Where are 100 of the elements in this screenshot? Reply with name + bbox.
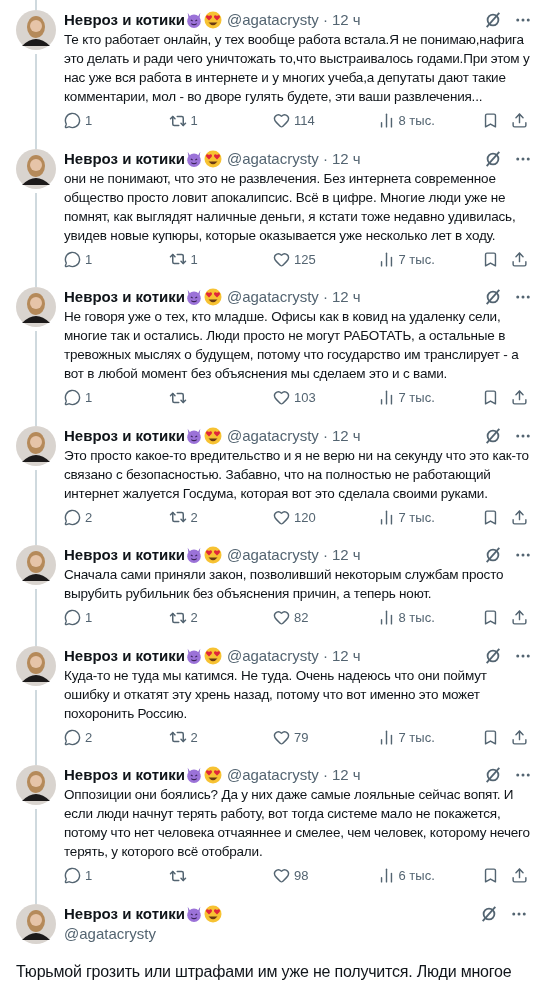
- share-icon[interactable]: [511, 728, 528, 746]
- like-count: 103: [294, 389, 316, 407]
- reply-count: 1: [85, 112, 93, 130]
- post-time[interactable]: 12 ч: [331, 645, 361, 666]
- heart-eyes-emoji-icon: [202, 545, 223, 565]
- bookmark-icon[interactable]: [482, 508, 499, 526]
- reply-icon[interactable]: [64, 867, 81, 885]
- post-time[interactable]: 12 ч: [331, 425, 361, 446]
- reply-count: 1: [85, 250, 93, 269]
- reply-icon[interactable]: [64, 728, 81, 746]
- share-icon[interactable]: [511, 250, 528, 268]
- separator-dot: ·: [322, 545, 328, 565]
- slashed-circle-icon[interactable]: [484, 149, 502, 168]
- author-name[interactable]: Невроз и котики: [64, 903, 185, 924]
- author-name[interactable]: Невроз и котики: [64, 425, 185, 446]
- avatar[interactable]: [16, 425, 56, 466]
- reply-count: 1: [85, 609, 93, 627]
- post-time[interactable]: 12 ч: [331, 765, 361, 785]
- bookmark-icon[interactable]: [482, 112, 499, 130]
- like-count: 125: [294, 250, 316, 269]
- slashed-circle-icon[interactable]: [484, 288, 502, 306]
- post-text: Оппозиции они боялись? Да у них даже самые лояльные сейчас вопят. И если люди начнут терять работу, вот тогда системе мало не покажется, потому что нет человека отчаяннее и смелее, чем человек, которому нечего терять, у которого всё отобрали.: [64, 786, 531, 861]
- author-handle[interactable]: @agatacrysty: [226, 425, 319, 446]
- author-name[interactable]: Невроз и котики: [64, 287, 185, 307]
- share-icon[interactable]: [511, 508, 528, 526]
- like-icon[interactable]: [273, 728, 290, 746]
- avatar[interactable]: [16, 645, 56, 686]
- post-text: Тюрьмой грозить или штрафами им уже не получится. Люди многое: [16, 961, 513, 982]
- author-handle[interactable]: @agatacrysty: [226, 10, 319, 30]
- view-count: 8 тыс.: [398, 112, 435, 130]
- bookmark-icon[interactable]: [482, 728, 499, 746]
- heart-eyes-emoji-icon: [202, 148, 223, 169]
- reply-icon[interactable]: [64, 508, 81, 526]
- like-count: 120: [294, 508, 316, 527]
- avatar[interactable]: [16, 10, 56, 50]
- like-count: 114: [294, 112, 315, 130]
- author-name[interactable]: Невроз и котики: [64, 148, 185, 169]
- author-handle[interactable]: @agatacrysty: [226, 645, 319, 666]
- reply-icon[interactable]: [64, 250, 81, 268]
- share-icon[interactable]: [511, 112, 528, 130]
- avatar[interactable]: [16, 545, 56, 585]
- post-time[interactable]: 12 ч: [331, 148, 361, 169]
- like-icon[interactable]: [273, 508, 290, 526]
- like-icon[interactable]: [273, 250, 290, 268]
- slashed-circle-icon[interactable]: [484, 646, 502, 665]
- reply-icon[interactable]: [64, 389, 81, 407]
- heart-eyes-emoji-icon: [202, 287, 223, 307]
- devil-emoji-icon: [184, 288, 203, 306]
- post-text: они не понимают, что это не развлечения. Без интернета современное общество просто ловит апокалипсис. Всё в цифре. Многие люди уже не помнят, как выглядят наличные деньги, я кстати тоже недавно удивилась, увидев новые купюры, которые оказывается уже несколько лет в ходу.: [64, 169, 517, 245]
- author-name[interactable]: Невроз и котики: [64, 765, 185, 785]
- share-icon[interactable]: [511, 389, 528, 407]
- bookmark-icon[interactable]: [482, 389, 499, 407]
- slashed-circle-icon[interactable]: [484, 546, 502, 564]
- like-icon[interactable]: [273, 112, 290, 130]
- author-handle[interactable]: @agatacrysty: [226, 287, 319, 307]
- heart-eyes-emoji-icon: [202, 10, 223, 30]
- heart-eyes-emoji-icon: [202, 425, 223, 446]
- view-count: 8 тыс.: [398, 609, 435, 627]
- author-handle[interactable]: @agatacrysty: [226, 765, 319, 785]
- avatar[interactable]: [16, 148, 56, 189]
- post-time[interactable]: 12 ч: [331, 287, 361, 307]
- bookmark-icon[interactable]: [482, 250, 499, 268]
- author-name[interactable]: Невроз и котики: [64, 10, 185, 30]
- author-name[interactable]: Невроз и котики: [64, 545, 185, 565]
- share-icon[interactable]: [511, 609, 528, 627]
- avatar[interactable]: [16, 287, 56, 327]
- repost-count: 2: [190, 508, 198, 527]
- post-time[interactable]: 12 ч: [331, 545, 361, 565]
- post-time[interactable]: 12 ч: [331, 10, 361, 30]
- author-handle[interactable]: @agatacrysty: [226, 545, 319, 565]
- like-count: 82: [294, 609, 309, 627]
- avatar[interactable]: [16, 765, 56, 805]
- heart-eyes-emoji-icon: [202, 765, 223, 785]
- reply-icon[interactable]: [64, 609, 81, 627]
- like-icon[interactable]: [273, 609, 290, 627]
- author-name[interactable]: Невроз и котики: [64, 645, 185, 666]
- bookmark-icon[interactable]: [482, 867, 499, 885]
- slashed-circle-icon[interactable]: [484, 766, 502, 784]
- heart-eyes-emoji-icon: [202, 903, 223, 924]
- view-count: 7 тыс.: [398, 508, 435, 527]
- bookmark-icon[interactable]: [482, 609, 499, 627]
- slashed-circle-icon[interactable]: [480, 904, 498, 923]
- author-handle[interactable]: @agatacrysty: [226, 148, 319, 169]
- author-handle[interactable]: @agatacrysty: [64, 923, 156, 944]
- view-count: 7 тыс.: [398, 389, 435, 407]
- reply-count: 2: [85, 508, 93, 527]
- like-icon[interactable]: [273, 867, 290, 885]
- view-count: 7 тыс.: [398, 250, 435, 269]
- separator-dot: ·: [322, 10, 328, 30]
- slashed-circle-icon[interactable]: [484, 426, 502, 445]
- devil-emoji-icon: [184, 11, 203, 29]
- repost-count: 2: [190, 609, 198, 627]
- share-icon[interactable]: [511, 867, 528, 885]
- avatar[interactable]: [16, 903, 56, 944]
- slashed-circle-icon[interactable]: [484, 11, 502, 29]
- separator-dot: ·: [322, 287, 328, 307]
- repost-count: 2: [190, 728, 198, 747]
- devil-emoji-icon: [184, 766, 203, 784]
- like-icon[interactable]: [273, 389, 290, 407]
- reply-icon[interactable]: [64, 112, 81, 130]
